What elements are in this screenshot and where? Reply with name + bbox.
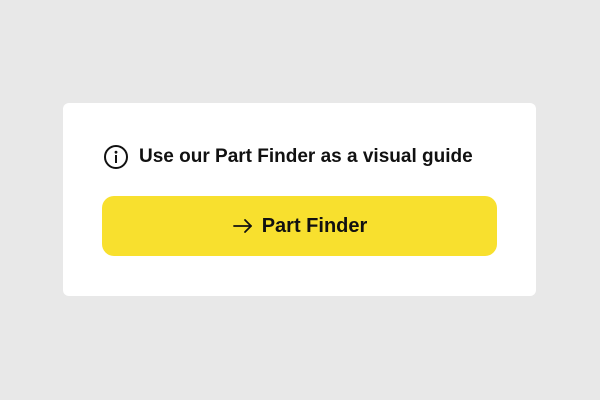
arrow-right-icon (232, 215, 254, 237)
info-message: Use our Part Finder as a visual guide (103, 143, 473, 171)
info-icon (103, 144, 129, 170)
part-finder-button-label: Part Finder (261, 214, 368, 237)
part-finder-button[interactable]: Part Finder (102, 196, 497, 256)
part-finder-card: Use our Part Finder as a visual guide Pa… (63, 103, 536, 296)
info-message-text: Use our Part Finder as a visual guide (139, 146, 473, 167)
